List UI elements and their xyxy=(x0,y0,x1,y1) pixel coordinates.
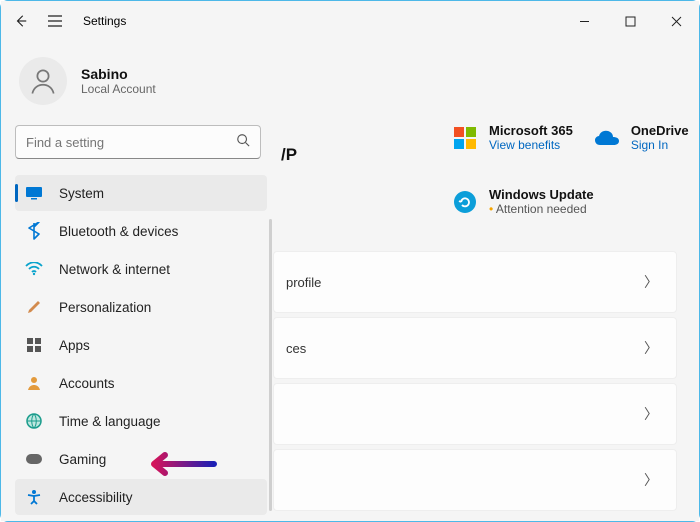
settings-rows: profile 〉 ces 〉 〉 〉 xyxy=(273,251,677,511)
brush-icon xyxy=(25,298,43,316)
chevron-right-icon: 〉 xyxy=(644,470,658,490)
sidebar-item-label: Accessibility xyxy=(59,490,133,505)
sidebar-item-label: System xyxy=(59,186,104,201)
page-heading-partial: /P xyxy=(281,145,297,165)
row-label: profile xyxy=(286,275,321,290)
settings-row[interactable]: 〉 xyxy=(273,449,677,511)
settings-row[interactable]: 〉 xyxy=(273,383,677,445)
tile-title: OneDrive xyxy=(631,123,689,138)
wifi-icon xyxy=(25,260,43,278)
profile-name: Sabino xyxy=(81,66,156,82)
tile-title: Microsoft 365 xyxy=(489,123,573,138)
sidebar-item-label: Bluetooth & devices xyxy=(59,224,178,239)
apps-icon xyxy=(25,336,43,354)
search-box[interactable] xyxy=(15,125,261,159)
sidebar-item-label: Personalization xyxy=(59,300,151,315)
sidebar-item-time-language[interactable]: Time & language xyxy=(15,403,267,439)
window-title: Settings xyxy=(83,14,126,28)
back-button[interactable] xyxy=(11,11,31,31)
monitor-icon xyxy=(25,184,43,202)
globe-icon xyxy=(25,412,43,430)
sidebar-nav: System Bluetooth & devices Network & int… xyxy=(15,175,267,515)
chevron-right-icon: 〉 xyxy=(644,272,658,292)
close-button[interactable] xyxy=(653,1,699,41)
sidebar-item-label: Gaming xyxy=(59,452,106,467)
tile-title: Windows Update xyxy=(489,187,594,202)
ms365-icon xyxy=(451,124,479,152)
settings-row[interactable]: ces 〉 xyxy=(273,317,677,379)
sidebar-item-personalization[interactable]: Personalization xyxy=(15,289,267,325)
sidebar: Sabino Local Account System Bluetooth & … xyxy=(1,41,273,521)
sidebar-scrollbar[interactable] xyxy=(269,219,272,511)
sidebar-item-accounts[interactable]: Accounts xyxy=(15,365,267,401)
tile-sub[interactable]: View benefits xyxy=(489,138,573,152)
sidebar-item-label: Accounts xyxy=(59,376,115,391)
sidebar-item-system[interactable]: System xyxy=(15,175,267,211)
tile-windows-update[interactable]: Windows Update Attention needed xyxy=(451,187,594,216)
tile-onedrive[interactable]: OneDrive Sign In xyxy=(593,123,689,152)
gaming-icon xyxy=(25,450,43,468)
sidebar-item-label: Network & internet xyxy=(59,262,170,277)
hamburger-icon[interactable] xyxy=(45,11,65,31)
chevron-right-icon: 〉 xyxy=(644,404,658,424)
sidebar-item-network[interactable]: Network & internet xyxy=(15,251,267,287)
titlebar: Settings xyxy=(1,1,699,41)
profile-sub: Local Account xyxy=(81,82,156,96)
sidebar-item-apps[interactable]: Apps xyxy=(15,327,267,363)
chevron-right-icon: 〉 xyxy=(644,338,658,358)
tile-sub[interactable]: Attention needed xyxy=(489,202,594,216)
search-input[interactable] xyxy=(26,135,236,150)
sidebar-item-bluetooth[interactable]: Bluetooth & devices xyxy=(15,213,267,249)
maximize-button[interactable] xyxy=(607,1,653,41)
tile-sub[interactable]: Sign In xyxy=(631,138,689,152)
profile-block[interactable]: Sabino Local Account xyxy=(15,49,267,121)
accessibility-icon xyxy=(25,488,43,506)
search-icon xyxy=(236,133,250,152)
onedrive-icon xyxy=(593,124,621,152)
sidebar-item-label: Apps xyxy=(59,338,90,353)
tile-ms365[interactable]: Microsoft 365 View benefits xyxy=(451,123,573,152)
sidebar-item-gaming[interactable]: Gaming xyxy=(15,441,267,477)
minimize-button[interactable] xyxy=(561,1,607,41)
sidebar-item-accessibility[interactable]: Accessibility xyxy=(15,479,267,515)
settings-row[interactable]: profile 〉 xyxy=(273,251,677,313)
bluetooth-icon xyxy=(25,222,43,240)
update-icon xyxy=(451,188,479,216)
avatar xyxy=(19,57,67,105)
sidebar-item-label: Time & language xyxy=(59,414,161,429)
main-content: /P Microsoft 365 View benefits OneDrive … xyxy=(273,41,699,521)
row-label: ces xyxy=(286,341,306,356)
account-icon xyxy=(25,374,43,392)
